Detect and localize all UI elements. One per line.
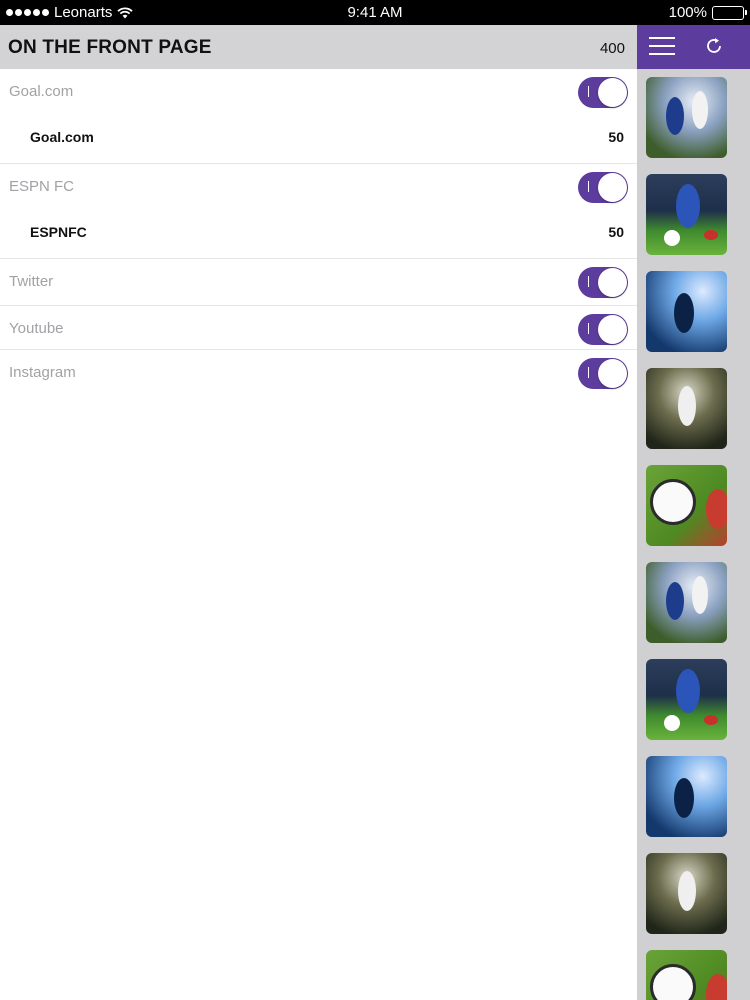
subsource-count: 50	[608, 224, 624, 240]
source-toggle-twitter[interactable]	[578, 267, 628, 298]
source-label: ESPN FC	[9, 178, 75, 195]
page-header: ON THE FRONT PAGE 400	[0, 25, 637, 69]
thumbnail-soccer-photo[interactable]	[646, 756, 727, 837]
refresh-icon[interactable]	[704, 36, 724, 56]
thumbnail-sidebar	[637, 25, 750, 1000]
source-label: Goal.com	[9, 83, 74, 100]
thumbnail-soccer-photo[interactable]	[646, 271, 727, 352]
source-list: Goal.com Goal.com 50 ESPN FC ESPNFC 50 T…	[0, 69, 637, 393]
status-time: 9:41 AM	[347, 4, 403, 21]
source-subrow[interactable]: ESPNFC 50	[0, 210, 637, 258]
page-title: ON THE FRONT PAGE	[8, 37, 212, 58]
status-bar: Leonarts 9:41 AM 100%	[0, 0, 750, 25]
source-label: Twitter	[9, 273, 54, 290]
source-toggle-espn[interactable]	[578, 172, 628, 203]
thumbnail-soccer-photo[interactable]	[646, 950, 727, 1000]
battery-percent: 100%	[668, 4, 707, 21]
battery-icon	[712, 5, 747, 20]
source-toggle-goal[interactable]	[578, 77, 628, 108]
source-subrow[interactable]: Goal.com 50	[0, 115, 637, 163]
sidebar-toolbar	[637, 25, 750, 69]
thumbnail-soccer-photo[interactable]	[646, 465, 727, 546]
thumbnail-list	[646, 77, 727, 1000]
subsource-label: Goal.com	[30, 129, 94, 145]
subsource-label: ESPNFC	[30, 224, 87, 240]
battery-info: 100%	[668, 4, 747, 21]
hamburger-menu-icon[interactable]	[649, 37, 675, 57]
source-toggle-instagram[interactable]	[578, 358, 628, 389]
thumbnail-soccer-photo[interactable]	[646, 562, 727, 643]
source-label: Youtube	[9, 320, 64, 337]
total-count: 400	[599, 40, 625, 57]
thumbnail-soccer-photo[interactable]	[646, 853, 727, 934]
thumbnail-soccer-photo[interactable]	[646, 77, 727, 158]
source-label: Instagram	[9, 364, 76, 381]
source-row-youtube: Youtube	[0, 306, 637, 350]
thumbnail-soccer-photo[interactable]	[646, 659, 727, 740]
thumbnail-soccer-photo[interactable]	[646, 368, 727, 449]
thumbnail-soccer-photo[interactable]	[646, 174, 727, 255]
source-row-goal: Goal.com Goal.com 50	[0, 69, 637, 164]
subsource-count: 50	[608, 129, 624, 145]
source-toggle-youtube[interactable]	[578, 314, 628, 345]
source-row-espn: ESPN FC ESPNFC 50	[0, 164, 637, 259]
source-row-instagram: Instagram	[0, 350, 637, 393]
source-row-twitter: Twitter	[0, 259, 637, 306]
